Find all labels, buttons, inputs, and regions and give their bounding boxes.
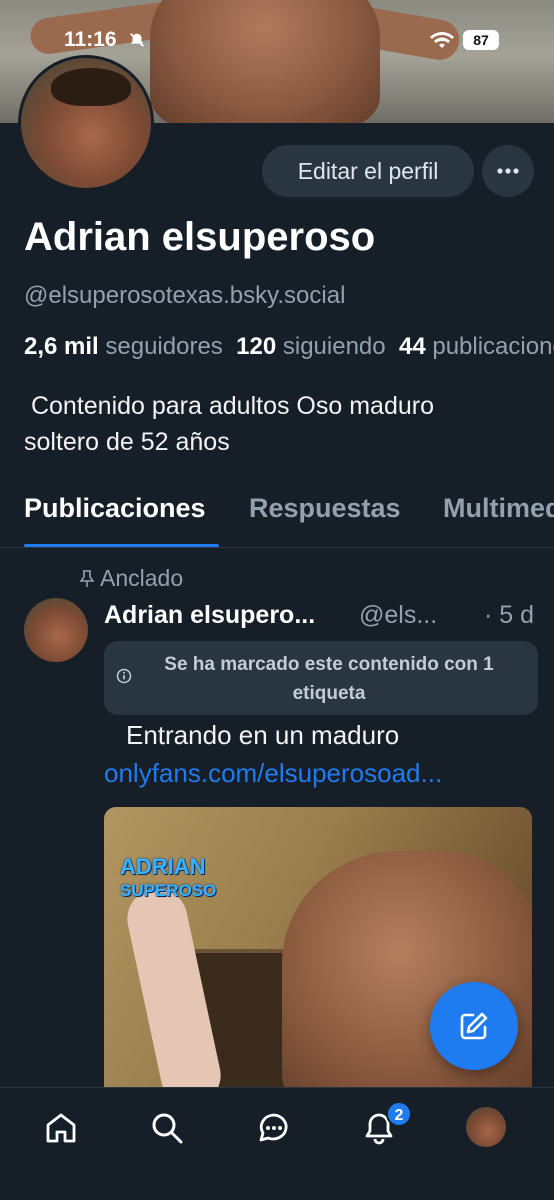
chat-icon [259, 1113, 288, 1142]
nav-chat[interactable] [254, 1108, 294, 1148]
profile-bio: Contenido para adultos Oso maduro solter… [24, 388, 534, 460]
followers-label[interactable]: seguidores [105, 333, 222, 360]
profile-display-name: Adrian elsuperoso [24, 215, 376, 259]
tab-posts[interactable]: Publicaciones [24, 493, 206, 524]
post-author-avatar[interactable] [24, 598, 88, 662]
nav-home[interactable] [41, 1108, 81, 1148]
pinned-indicator: Anclado [80, 565, 183, 592]
following-label[interactable]: siguiendo [283, 333, 386, 360]
tab-media[interactable]: Multimedia [443, 493, 554, 524]
home-icon [46, 1113, 76, 1143]
status-bar: 11:16 87 [0, 25, 554, 55]
post-text: Entrando en un maduro [126, 720, 400, 750]
compose-icon [460, 1012, 488, 1040]
profile-stats: 2,6 mil seguidores 120 siguiendo 44 publ… [24, 333, 554, 361]
bio-line: Contenido para adultos Oso maduro [30, 392, 434, 420]
media-watermark-logo: ADRIAN SUPEROSO [120, 855, 216, 903]
media-logo-line: ADRIAN [120, 854, 206, 879]
silent-bell-icon [130, 33, 144, 47]
ellipsis-icon [497, 168, 519, 174]
search-icon [152, 1113, 183, 1144]
pin-icon [80, 569, 94, 587]
profile-avatar[interactable] [18, 55, 154, 191]
content-label-notice[interactable]: Se ha marcado este contenido con 1 etiqu… [104, 641, 538, 715]
active-tab-indicator [24, 544, 219, 547]
followers-count[interactable]: 2,6 mil [24, 333, 99, 360]
compose-post-button[interactable] [430, 982, 518, 1070]
avatar-hat [51, 68, 131, 106]
media-logo-line: SUPEROSO [120, 881, 217, 900]
battery-indicator: 87 [463, 30, 499, 50]
nav-profile-avatar[interactable] [466, 1107, 506, 1147]
post-timestamp: · 5 d [483, 601, 534, 629]
posts-label: publicaciones [432, 333, 554, 360]
profile-tabs: Publicaciones Respuestas Multimedia [0, 480, 554, 548]
profile-handle: @elsuperosotexas.bsky.social [24, 282, 346, 309]
following-count[interactable]: 120 [236, 333, 276, 360]
posts-count: 44 [398, 333, 426, 360]
bottom-navigation [0, 1087, 554, 1200]
tab-replies[interactable]: Respuestas [249, 493, 401, 524]
notifications-badge: 2 [386, 1101, 412, 1127]
pinned-label: Anclado [100, 565, 184, 591]
more-options-button[interactable] [482, 145, 534, 197]
nav-search[interactable] [147, 1108, 187, 1148]
edit-profile-button[interactable]: Editar el perfil [262, 145, 474, 197]
banner-figure [150, 0, 380, 123]
status-time: 11:16 [64, 28, 117, 51]
bio-line: soltero de 52 años [24, 428, 230, 456]
content-label-text: Se ha marcado este contenido con 1 etiqu… [164, 654, 494, 704]
wifi-icon [430, 32, 454, 48]
info-icon [116, 668, 132, 684]
post-link[interactable]: onlyfans.com/elsuperosoad... [104, 758, 442, 789]
post-author-handle[interactable]: @els... [359, 601, 437, 630]
post-author-name[interactable]: Adrian elsupero... [104, 601, 315, 630]
